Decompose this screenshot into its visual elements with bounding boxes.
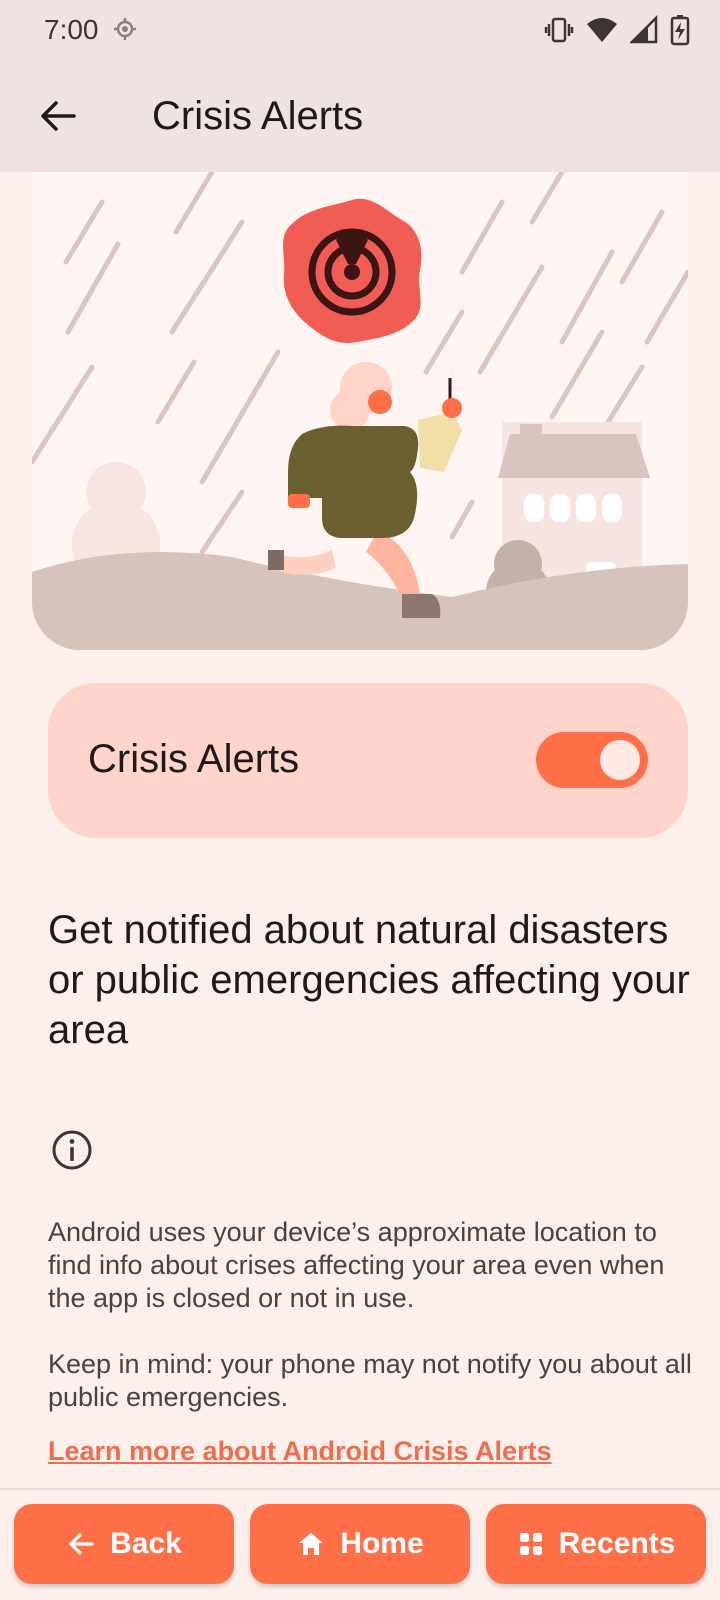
rain-scene-illustration <box>32 172 688 650</box>
switch-thumb <box>600 740 640 780</box>
battery-charging-icon <box>670 15 690 46</box>
arrow-back-icon[interactable] <box>34 92 82 140</box>
app-bar: Crisis Alerts <box>0 62 720 172</box>
page-title: Crisis Alerts <box>152 94 364 138</box>
info-icon <box>52 1130 92 1170</box>
crisis-alerts-toggle-row[interactable]: Crisis Alerts <box>48 683 688 838</box>
location-icon <box>114 18 136 40</box>
description-headline: Get notified about natural disasters or … <box>48 908 690 1052</box>
info-paragraph-location: Android uses your device’s approximate l… <box>48 1217 665 1313</box>
back-button-label: Back <box>110 1527 182 1560</box>
vibrate-icon <box>544 17 574 43</box>
navigation-bar: Back Home Recents <box>0 1490 720 1600</box>
home-button-label: Home <box>340 1527 424 1560</box>
hero-illustration <box>32 172 688 650</box>
wifi-icon <box>587 18 617 42</box>
learn-more-link[interactable]: Learn more about Android Crisis Alerts <box>48 1436 552 1467</box>
status-time: 7:00 <box>44 14 99 45</box>
arrow-back-icon <box>69 1533 94 1555</box>
back-button[interactable]: Back <box>14 1504 234 1584</box>
home-button[interactable]: Home <box>250 1504 470 1584</box>
info-paragraph-disclaimer: Keep in mind: your phone may not notify … <box>48 1349 692 1412</box>
recents-button[interactable]: Recents <box>486 1504 706 1584</box>
recents-icon <box>519 1533 542 1555</box>
status-bar: 7:00 <box>0 0 720 62</box>
home-icon <box>299 1533 324 1555</box>
toggle-label: Crisis Alerts <box>88 737 300 781</box>
recents-button-label: Recents <box>558 1527 676 1560</box>
crisis-alerts-switch[interactable] <box>536 732 648 788</box>
signal-icon <box>630 15 658 44</box>
